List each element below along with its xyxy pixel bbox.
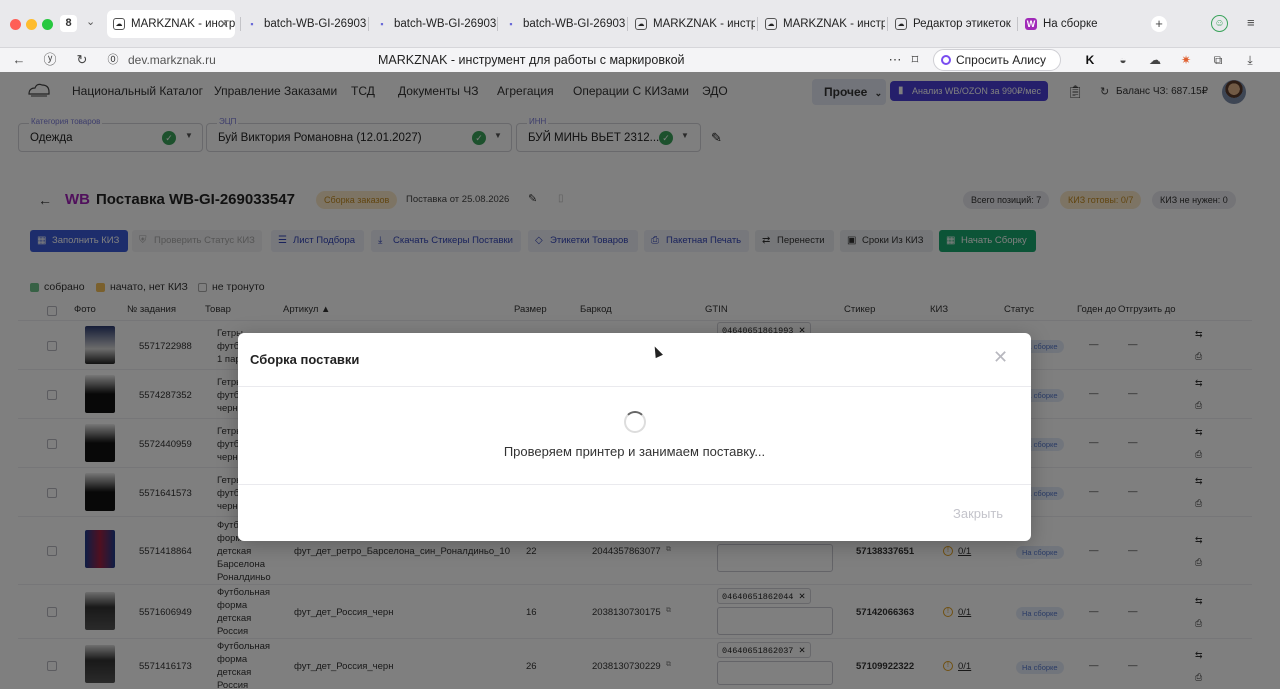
tab-count-badge[interactable]: 8 [60, 15, 77, 32]
tab-label: batch-WB-GI-26903354 [264, 18, 366, 30]
browser-tab-1[interactable]: ▪ batch-WB-GI-26903354 [240, 12, 366, 36]
window-zoom-button[interactable] [42, 19, 53, 30]
browser-tab-0[interactable]: ☁ MARKZNAK - инстр ✕ [107, 10, 235, 38]
markznak-icon: ☁ [113, 18, 125, 30]
extension-cup-icon[interactable]: ◒ [1115, 52, 1131, 68]
menu-icon[interactable]: ≡ [1247, 15, 1255, 30]
markznak-icon: ☁ [635, 18, 647, 30]
site-info-icon[interactable]: ⓪ [104, 51, 122, 69]
loading-spinner-icon [624, 411, 646, 433]
downloads-icon[interactable]: ⤓ [1242, 52, 1258, 68]
browser-tab-6[interactable]: ☁ Редактор этикеток [889, 12, 1015, 36]
ask-alice-button[interactable]: Спросить Алису AI [933, 49, 1061, 87]
browser-tab-2[interactable]: ▪ batch-WB-GI-26903354 [370, 12, 496, 36]
extension-puzzle-icon[interactable]: ⧉ [1210, 52, 1226, 68]
tab-close-icon[interactable]: ✕ [219, 10, 229, 38]
doc-icon: ▪ [380, 19, 384, 29]
assembly-modal: Сборка поставки ✕ Проверяем принтер и за… [238, 333, 1031, 541]
wb-icon: W [1025, 18, 1037, 30]
profile-icon[interactable]: ☺ [1211, 15, 1228, 32]
browser-tab-bar: 8 ⌄ ☁ MARKZNAK - инстр ✕ ▪ batch-WB-GI-2… [0, 0, 1280, 48]
tab-label: На сборке [1043, 18, 1098, 30]
close-icon[interactable]: ✕ [993, 348, 1008, 366]
browser-tab-3[interactable]: ▪ batch-WB-GI-26903354 [499, 12, 625, 36]
extension-k-icon[interactable]: K [1082, 52, 1098, 68]
window-close-button[interactable] [10, 19, 21, 30]
address-bar: ← ⓨ ↻ ⓪ dev.markznak.ru MARKZNAK - инстр… [0, 48, 1280, 87]
window-minimize-button[interactable] [26, 19, 37, 30]
alice-icon [941, 55, 951, 65]
back-arrow-icon[interactable]: ← [10, 51, 28, 69]
tab-label: batch-WB-GI-26903354 [523, 18, 625, 30]
markznak-icon: ☁ [895, 18, 907, 30]
tab-label: batch-WB-GI-26903354 [394, 18, 496, 30]
extension-sun-icon[interactable]: ✷ [1178, 52, 1194, 68]
tab-label: MARKZNAK - инструм [653, 18, 755, 30]
divider [238, 386, 1031, 387]
bookmark-icon[interactable]: ⌑ [906, 51, 924, 69]
browser-tab-5[interactable]: ☁ MARKZNAK - инструм [759, 12, 885, 36]
modal-close-button[interactable]: Закрыть [953, 506, 1003, 521]
url-text[interactable]: dev.markznak.ru [128, 53, 216, 67]
markznak-icon: ☁ [765, 18, 777, 30]
extension-cloud-icon[interactable]: ☁ [1147, 52, 1163, 68]
more-dots-icon[interactable]: ⋯ [886, 51, 904, 69]
yandex-icon[interactable]: ⓨ [41, 51, 59, 69]
chevron-down-icon[interactable]: ⌄ [86, 15, 95, 28]
browser-tab-7[interactable]: W На сборке [1019, 12, 1137, 36]
modal-title: Сборка поставки [250, 352, 360, 367]
doc-icon: ▪ [509, 19, 513, 29]
page-title-text: MARKZNAK - инструмент для работы с марки… [378, 53, 685, 67]
browser-tab-4[interactable]: ☁ MARKZNAK - инструм [629, 12, 755, 36]
modal-message: Проверяем принтер и занимаем поставку... [503, 444, 766, 459]
divider [238, 484, 1031, 485]
doc-icon: ▪ [250, 19, 254, 29]
new-tab-plus-icon[interactable]: + [1151, 16, 1167, 32]
reload-icon[interactable]: ↻ [73, 51, 91, 69]
tab-label: Редактор этикеток [913, 18, 1011, 30]
tab-label: MARKZNAK - инструм [783, 18, 885, 30]
